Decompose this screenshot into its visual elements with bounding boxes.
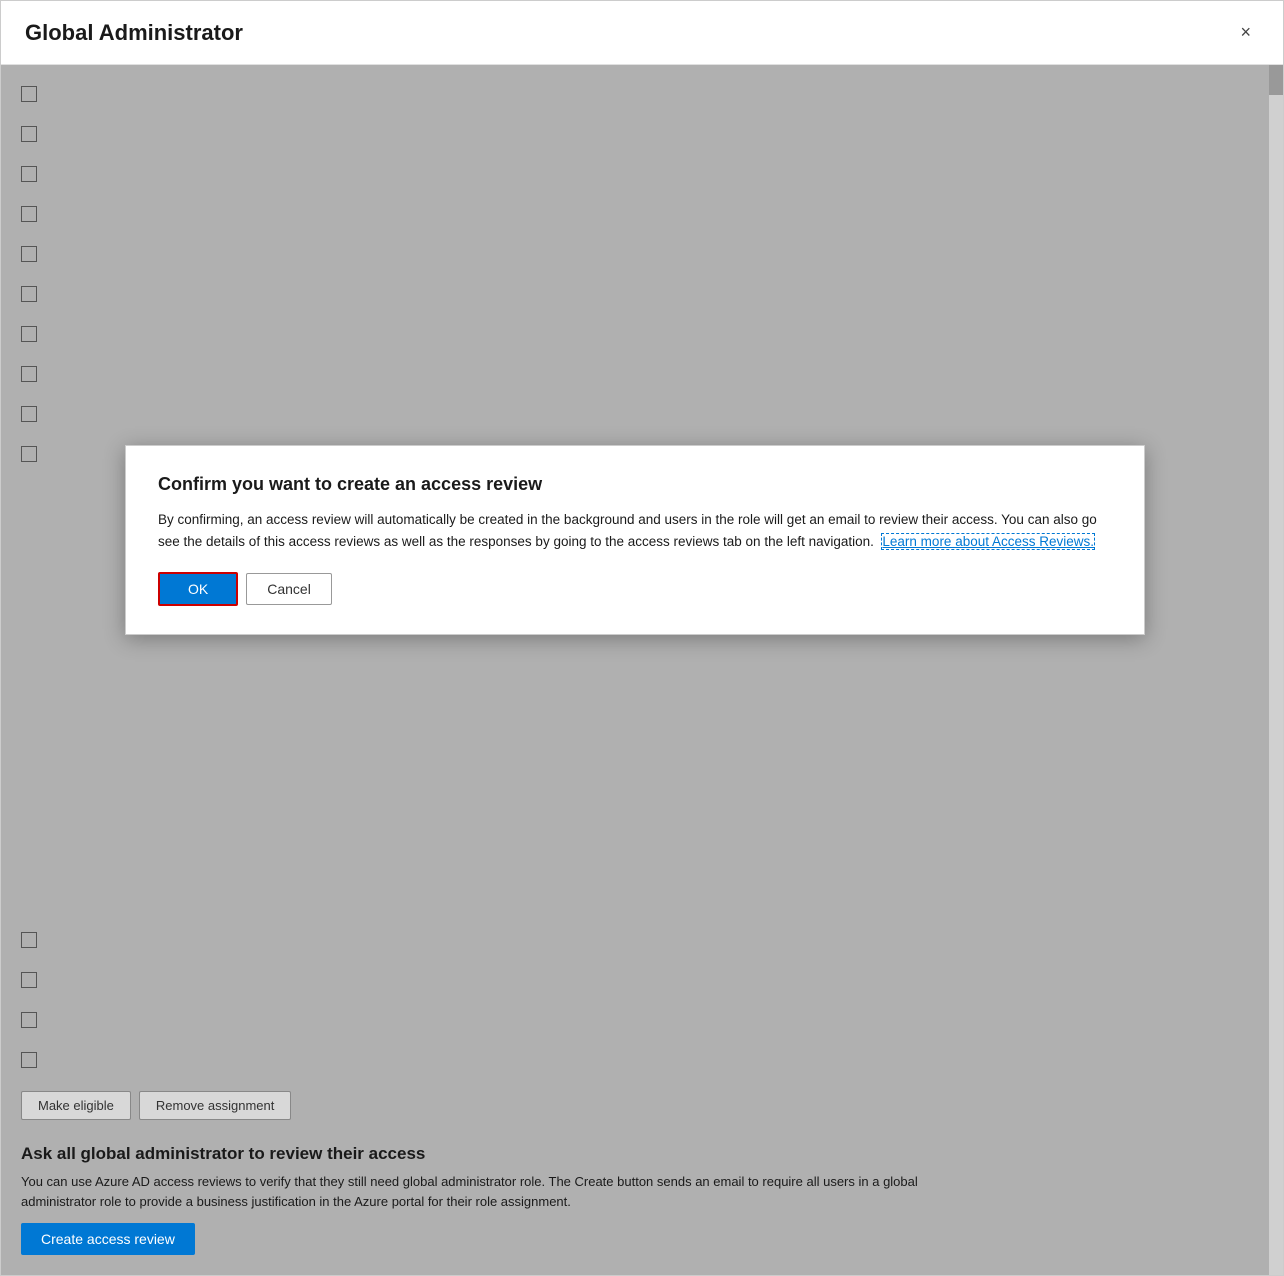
table-row	[21, 1041, 1249, 1079]
table-row	[21, 921, 1249, 959]
table-row	[21, 1001, 1249, 1039]
create-access-review-button[interactable]: Create access review	[21, 1223, 195, 1255]
main-panel: Global Administrator ×	[0, 0, 1284, 1276]
dialog-title: Confirm you want to create an access rev…	[158, 474, 1112, 495]
table-row	[21, 75, 1263, 113]
ask-section-description: You can use Azure AD access reviews to v…	[21, 1172, 921, 1211]
bottom-checkboxes	[21, 921, 1249, 1079]
panel-header: Global Administrator ×	[1, 1, 1283, 65]
checkbox[interactable]	[21, 86, 37, 102]
background-rows-top	[1, 65, 1283, 483]
checkbox[interactable]	[21, 166, 37, 182]
table-row	[21, 961, 1249, 999]
checkbox[interactable]	[21, 126, 37, 142]
table-row	[21, 355, 1263, 393]
close-button[interactable]: ×	[1232, 18, 1259, 47]
ok-button[interactable]: OK	[158, 572, 238, 606]
checkbox[interactable]	[21, 932, 37, 948]
cancel-button[interactable]: Cancel	[246, 573, 332, 605]
checkbox[interactable]	[21, 1012, 37, 1028]
table-row	[21, 275, 1263, 313]
checkbox[interactable]	[21, 246, 37, 262]
checkbox[interactable]	[21, 326, 37, 342]
learn-more-link[interactable]: Learn more about Access Reviews.	[881, 533, 1095, 550]
ask-section-title: Ask all global administrator to review t…	[21, 1144, 1249, 1164]
scrollbar-thumb[interactable]	[1269, 65, 1283, 95]
remove-assignment-button[interactable]: Remove assignment	[139, 1091, 292, 1120]
scrollbar[interactable]	[1269, 65, 1283, 1275]
checkbox[interactable]	[21, 446, 37, 462]
dialog-body: By confirming, an access review will aut…	[158, 509, 1112, 552]
checkbox[interactable]	[21, 206, 37, 222]
table-row	[21, 315, 1263, 353]
table-row	[21, 155, 1263, 193]
action-buttons: Make eligible Remove assignment	[21, 1091, 1249, 1120]
bottom-section: Make eligible Remove assignment Ask all …	[1, 911, 1269, 1275]
table-row	[21, 115, 1263, 153]
confirmation-dialog: Confirm you want to create an access rev…	[125, 445, 1145, 635]
table-row	[21, 395, 1263, 433]
checkbox[interactable]	[21, 972, 37, 988]
checkbox[interactable]	[21, 406, 37, 422]
table-row	[21, 235, 1263, 273]
panel-title: Global Administrator	[25, 20, 243, 46]
checkbox[interactable]	[21, 286, 37, 302]
panel-content: Make eligible Remove assignment Ask all …	[1, 65, 1283, 1275]
checkbox[interactable]	[21, 1052, 37, 1068]
table-row	[21, 195, 1263, 233]
dialog-actions: OK Cancel	[158, 572, 1112, 606]
make-eligible-button[interactable]: Make eligible	[21, 1091, 131, 1120]
checkbox[interactable]	[21, 366, 37, 382]
ask-section: Ask all global administrator to review t…	[21, 1144, 1249, 1265]
